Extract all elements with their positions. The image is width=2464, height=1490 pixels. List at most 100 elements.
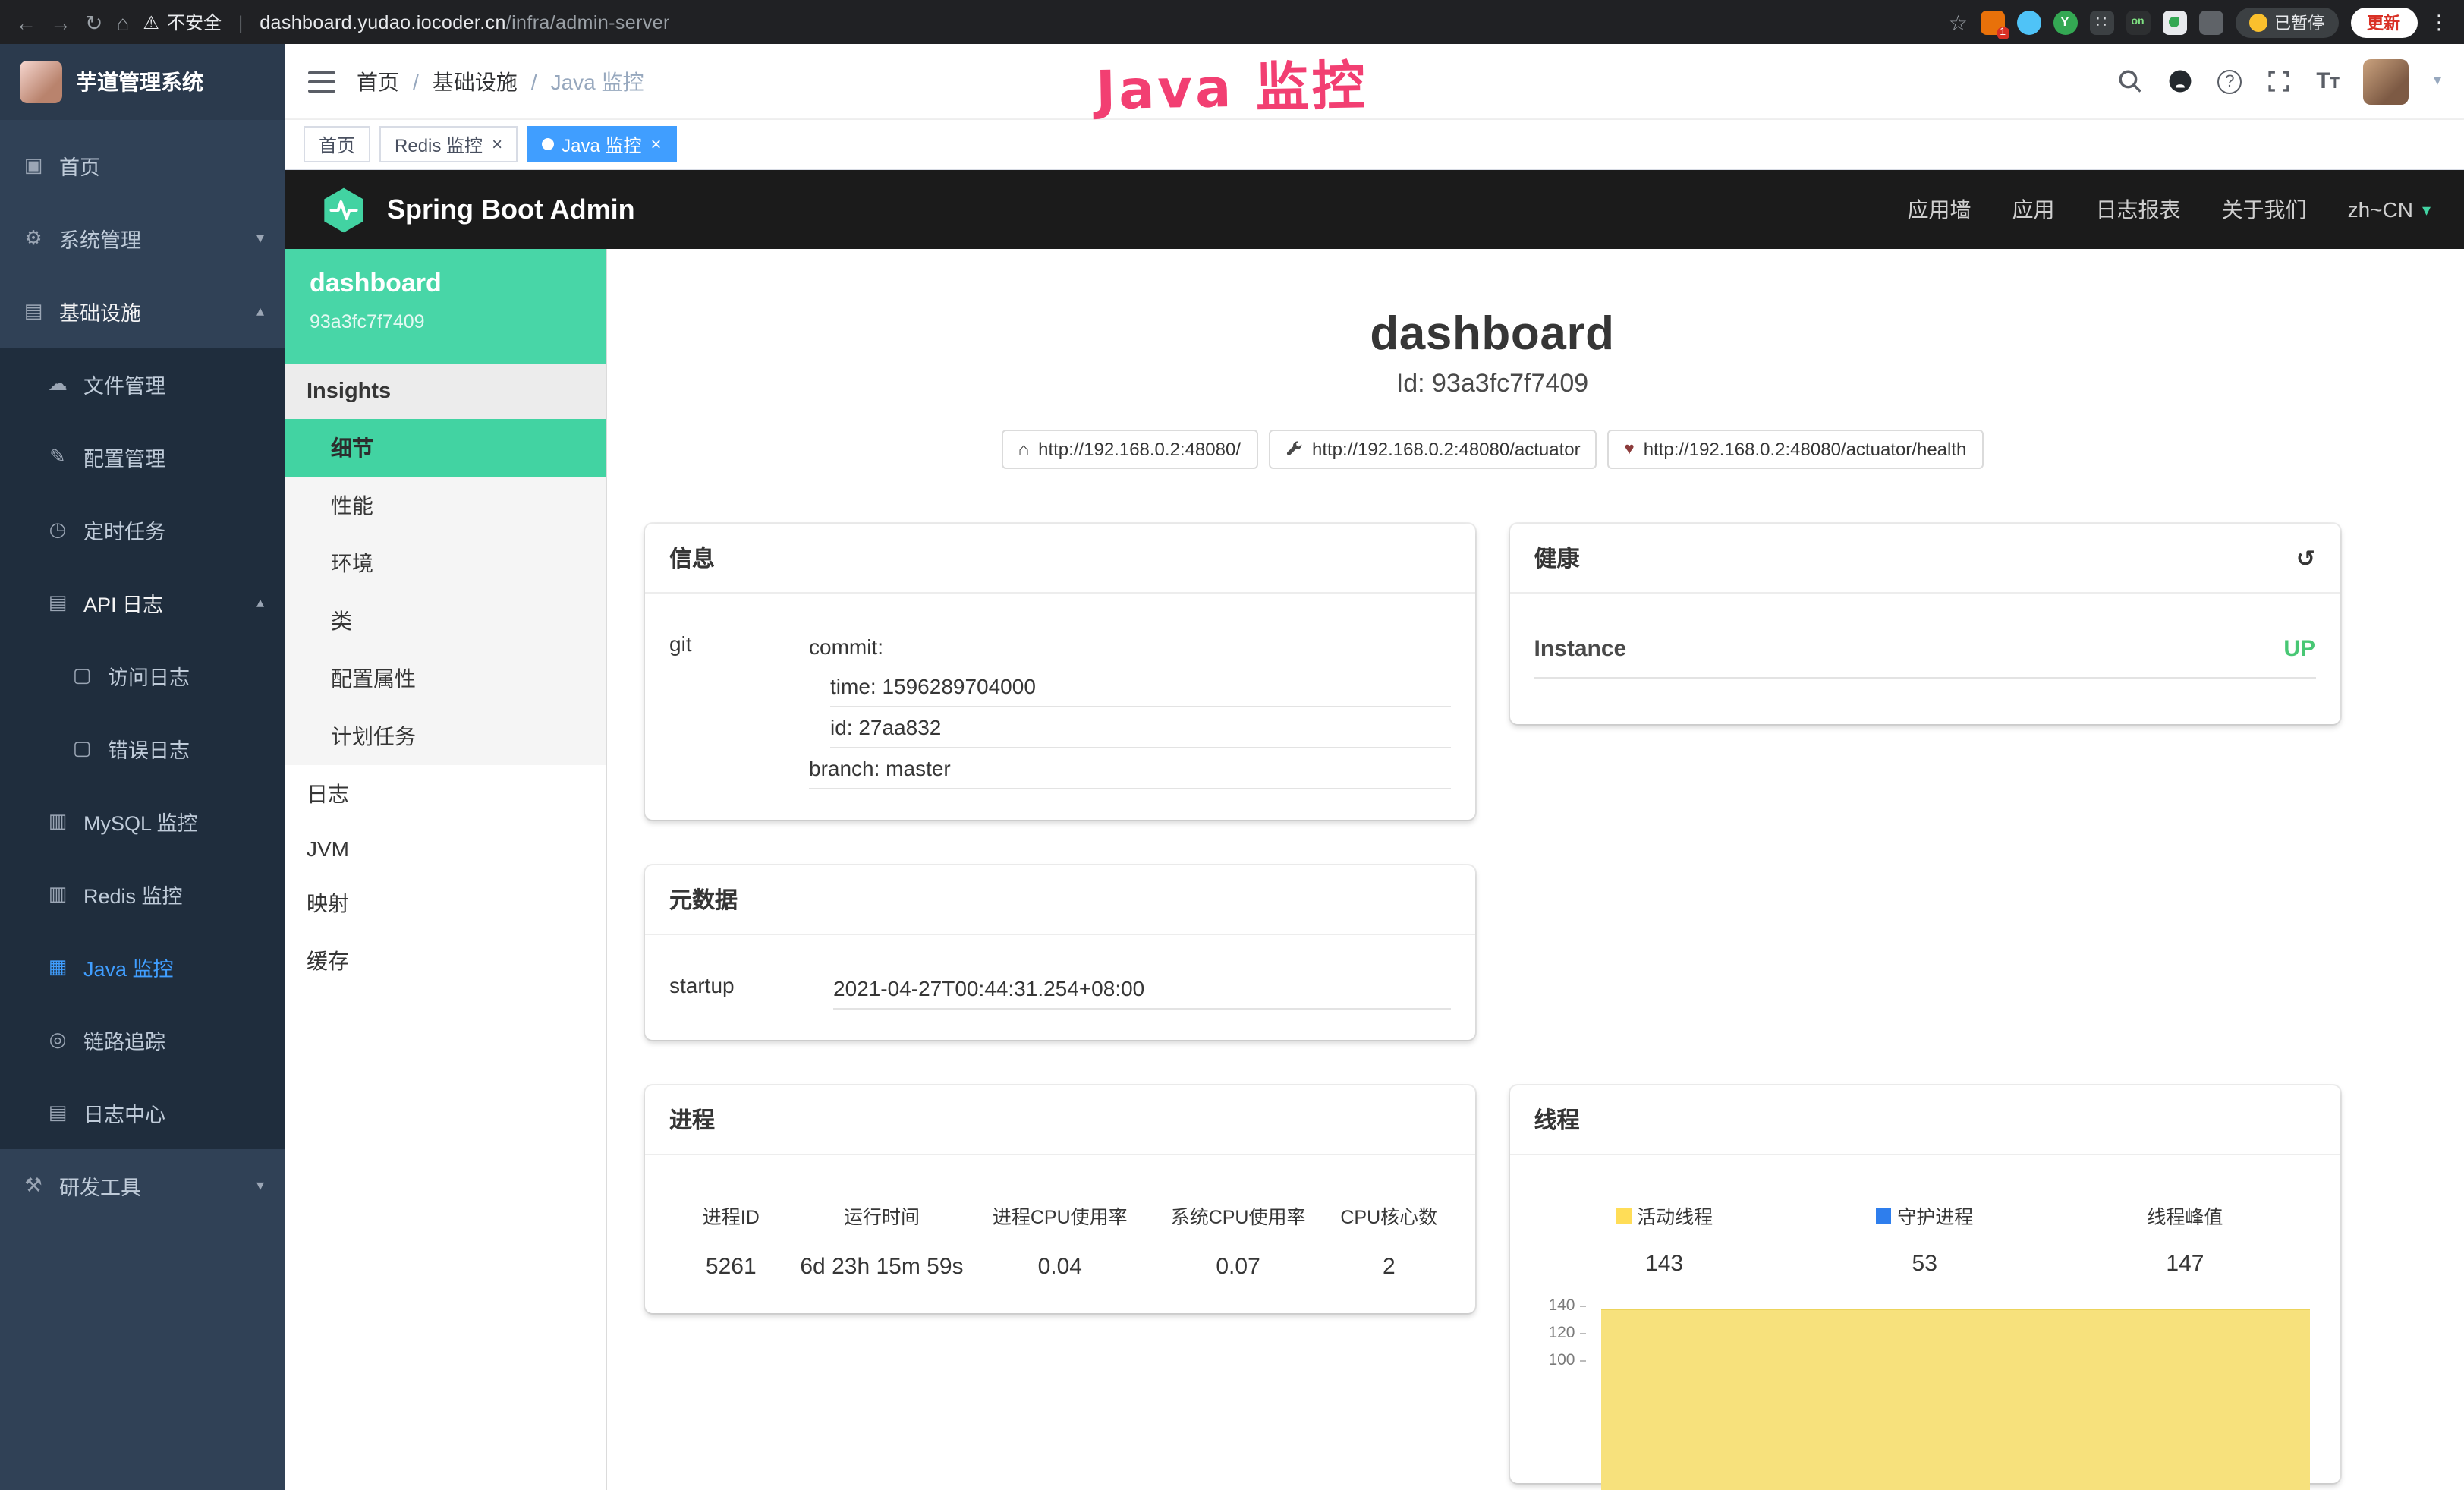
fullscreen-icon[interactable]	[2266, 68, 2292, 94]
sidebar-item-jvm[interactable]: JVM	[285, 823, 606, 874]
search-icon[interactable]	[2117, 68, 2143, 94]
sidebar-item-api-logs[interactable]: ▤ API 日志 ▴	[0, 566, 285, 639]
insights-section-label: Insights	[285, 364, 606, 419]
sidebar-item-caches[interactable]: 缓存	[285, 932, 606, 990]
metadata-key: startup	[669, 969, 833, 1010]
table-value-cell: 6d 23h 15m 59s	[793, 1254, 971, 1280]
nav-applications[interactable]: 应用	[2012, 194, 2055, 225]
sidebar-item-environment[interactable]: 环境	[285, 534, 606, 592]
menu-dots-icon[interactable]: ⋮	[2429, 12, 2449, 32]
sidebar-item-redis-monitor[interactable]: ▥ Redis 监控	[0, 858, 285, 931]
health-url-link[interactable]: ♥http://192.168.0.2:48080/actuator/healt…	[1608, 430, 1984, 469]
instance-id: 93a3fc7f7409	[310, 311, 581, 332]
instance-links: ⌂http://192.168.0.2:48080/ http://192.16…	[645, 430, 2340, 469]
instance-details-panel: dashboard Id: 93a3fc7f7409 ⌂http://192.1…	[607, 249, 2464, 1490]
home-icon[interactable]: ⌂	[116, 11, 129, 33]
extension-letter: Y	[2061, 15, 2069, 29]
table-header-cell: CPU核心数	[1327, 1201, 1451, 1230]
security-chip[interactable]: ⚠ 不安全	[143, 9, 222, 35]
extension-badge: 1	[1997, 27, 2009, 39]
actuator-url-link[interactable]: http://192.168.0.2:48080/actuator	[1268, 430, 1597, 469]
table-row: Instance UP	[1534, 606, 2316, 679]
url-bar[interactable]: dashboard.yudao.iocoder.cn/infra/admin-s…	[260, 11, 670, 33]
sidebar-item-infrastructure[interactable]: ▤ 基础设施 ▴	[0, 275, 285, 348]
extension-icon[interactable]	[2198, 10, 2223, 34]
paused-label: 已暂停	[2274, 10, 2324, 34]
sidebar-item-details[interactable]: 细节	[285, 419, 606, 477]
sidebar-item-home[interactable]: ▣ 首页	[0, 129, 285, 202]
sidebar-item-mysql-monitor[interactable]: ▥ MySQL 监控	[0, 785, 285, 858]
page-header: 首页 / 基础设施 / Java 监控 ? TT ▾	[285, 44, 2464, 120]
nav-journal[interactable]: 日志报表	[2096, 194, 2181, 225]
sidebar-item-scheduled-tasks[interactable]: 计划任务	[285, 707, 606, 765]
table-value-row: 5261 6d 23h 15m 59s 0.04 0.07 2	[669, 1254, 1451, 1280]
sidebar-item-access-logs[interactable]: ▢ 访问日志	[0, 639, 285, 712]
history-icon[interactable]: ↺	[2296, 544, 2315, 572]
table-value-cell: 5261	[669, 1254, 793, 1280]
sidebar-item-log-center[interactable]: ▤ 日志中心	[0, 1076, 285, 1149]
active-threads-area	[1601, 1309, 2310, 1490]
sidebar-item-mappings[interactable]: 映射	[285, 874, 606, 932]
font-size-icon[interactable]: TT	[2316, 68, 2340, 94]
sidebar-item-devtools[interactable]: ⚒ 研发工具 ▾	[0, 1149, 285, 1222]
close-icon[interactable]: ×	[492, 135, 502, 153]
forward-icon[interactable]: →	[50, 11, 71, 33]
top-level-menu: 日志 JVM 映射 缓存	[285, 765, 606, 990]
table-header-cell: 系统CPU使用率	[1149, 1201, 1327, 1230]
sidebar-collapse-icon[interactable]	[308, 71, 335, 92]
breadcrumb-home[interactable]: 首页	[357, 66, 399, 96]
y-axis-tick: 140	[1534, 1296, 1586, 1315]
sidebar-item-logfile[interactable]: 日志	[285, 765, 606, 823]
nav-wallboard[interactable]: 应用墙	[1908, 194, 1972, 225]
tab-home[interactable]: 首页	[304, 126, 370, 162]
sidebar-item-config-management[interactable]: ✎ 配置管理	[0, 421, 285, 493]
sidebar-item-system[interactable]: ⚙ 系统管理 ▾	[0, 202, 285, 275]
avatar[interactable]	[2364, 58, 2409, 104]
url-domain: dashboard.yudao.iocoder.cn	[260, 11, 506, 33]
breadcrumb-current: Java 监控	[551, 66, 644, 96]
nav-about[interactable]: 关于我们	[2222, 194, 2307, 225]
app-brand[interactable]: 芋道管理系统	[0, 44, 285, 120]
wrench-icon	[1285, 440, 1303, 458]
sidebar-item-file-management[interactable]: ☁ 文件管理	[0, 348, 285, 421]
instance-header[interactable]: dashboard 93a3fc7f7409	[285, 249, 606, 364]
document-icon: ▢	[70, 663, 94, 688]
tab-java-monitor[interactable]: Java 监控×	[527, 126, 676, 162]
url-path: /infra/admin-server	[506, 11, 670, 33]
instance-sidebar: dashboard 93a3fc7f7409 Insights 细节 性能 环境…	[285, 249, 607, 1490]
close-icon[interactable]: ×	[650, 135, 661, 153]
back-icon[interactable]: ←	[15, 11, 36, 33]
sidebar-item-error-logs[interactable]: ▢ 错误日志	[0, 712, 285, 785]
card-title: 线程	[1534, 1104, 1580, 1136]
service-url-link[interactable]: ⌂http://192.168.0.2:48080/	[1002, 430, 1257, 469]
browser-toolbar: ← → ↻ ⌂ ⚠ 不安全 | dashboard.yudao.iocoder.…	[0, 0, 2464, 44]
info-branch: branch: master	[809, 748, 1451, 789]
sidebar-item-java-monitor[interactable]: ▦ Java 监控	[0, 931, 285, 1003]
update-button[interactable]: 更新	[2350, 7, 2417, 37]
sba-brand-title[interactable]: Spring Boot Admin	[387, 194, 635, 225]
sidebar-item-configprops[interactable]: 配置属性	[285, 650, 606, 707]
reload-icon[interactable]: ↻	[85, 11, 102, 33]
extensions-puzzle-icon[interactable]: ∷	[2089, 10, 2113, 34]
bookmark-star-icon[interactable]: ☆	[1949, 11, 1968, 33]
tab-redis-monitor[interactable]: Redis 监控×	[379, 126, 518, 162]
github-icon[interactable]	[2167, 68, 2193, 94]
help-icon[interactable]: ?	[2217, 69, 2242, 93]
sidebar-item-scheduled-jobs[interactable]: ◷ 定时任务	[0, 493, 285, 566]
card-title: 元数据	[669, 884, 738, 915]
profile-paused-badge[interactable]: 已暂停	[2235, 7, 2338, 37]
extension-icon[interactable]	[2016, 10, 2041, 34]
breadcrumb-section[interactable]: 基础设施	[433, 66, 518, 96]
extension-icon[interactable]	[2162, 10, 2186, 34]
chevron-down-icon[interactable]: ▾	[2434, 73, 2441, 90]
sidebar-item-classes[interactable]: 类	[285, 592, 606, 650]
table-header-cell: 运行时间	[793, 1201, 971, 1230]
extension-icon[interactable]: Y	[2053, 10, 2077, 34]
extension-icon[interactable]: on	[2126, 10, 2150, 34]
threads-chart: 140 120 100	[1534, 1301, 2316, 1483]
chart-legend: 活动线程 143 守护进程 53 线程峰值	[1534, 1201, 2316, 1277]
language-select[interactable]: zh~CN▾	[2348, 197, 2431, 222]
sidebar-item-tracing[interactable]: ◎ 链路追踪	[0, 1003, 285, 1076]
extension-icon[interactable]: 1	[1980, 10, 2004, 34]
sidebar-item-metrics[interactable]: 性能	[285, 477, 606, 534]
